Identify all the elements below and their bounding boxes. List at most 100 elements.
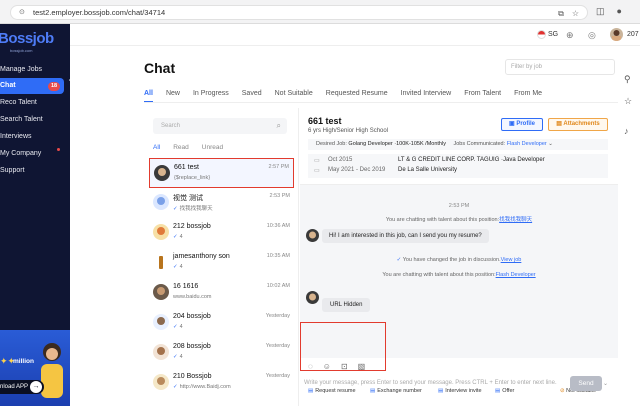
main-content: Chat Filter by job All New In Progress S… xyxy=(70,46,618,406)
bell-icon[interactable]: ♪ xyxy=(624,126,629,136)
chat-bubble-icon[interactable]: ◌ xyxy=(308,362,313,371)
image-icon[interactable]: ▧ xyxy=(358,362,366,371)
subtab-read[interactable]: Read xyxy=(173,144,189,151)
interview-invite-button[interactable]: ▤ Interview invite xyxy=(438,388,482,394)
conversation-time: 10:36 AM xyxy=(266,223,290,229)
subtab-all[interactable]: All xyxy=(153,144,160,151)
read-check-icon: ✓ xyxy=(173,384,178,390)
sidebar-item-interviews[interactable]: Interviews xyxy=(0,129,64,145)
logo-subtitle: bossjob.com xyxy=(10,48,33,53)
filter-by-job-select[interactable]: Filter by job xyxy=(505,59,615,75)
chat-tabs: All New In Progress Saved Not Suitable R… xyxy=(144,88,555,102)
chevron-down-icon[interactable]: ⌄ xyxy=(603,380,608,387)
user-count: 207 xyxy=(627,31,639,38)
position-link[interactable]: Flash Developer xyxy=(496,272,536,278)
conversation-item[interactable]: 视觉 测试 ✓ 找我找我聊天 2:53 PM xyxy=(149,188,294,218)
profile-label: Profile xyxy=(516,121,535,127)
conversation-item[interactable]: jamesanthony son ✓ 4 10:35 AM xyxy=(149,248,294,278)
exchange-number-button[interactable]: ▤ Exchange number xyxy=(370,388,422,394)
sidebar-item-label: Interviews xyxy=(0,133,32,140)
tab-from-me[interactable]: From Me xyxy=(514,88,542,102)
message-bubble: URL Hidden xyxy=(322,298,371,312)
conversation-list: Search ⌕ All Read Unread 661 test {$repl… xyxy=(144,108,299,406)
conversation-name: 视觉 测试 xyxy=(173,195,203,202)
system-message: ✓ You have changed the job in discussion… xyxy=(300,257,618,263)
send-button[interactable]: Send xyxy=(570,376,602,391)
lock-icon: ⊙ xyxy=(19,8,25,16)
address-bar[interactable]: ⊙ test2.employer.bossjob.com/chat/34714 … xyxy=(10,5,588,20)
pin-icon[interactable]: ⚲ xyxy=(624,74,631,85)
conversation-name: 208 bossjob xyxy=(173,343,211,350)
country-selector[interactable]: SG xyxy=(548,31,558,38)
help-icon[interactable]: ◎ xyxy=(588,30,596,41)
conversation-item[interactable]: 210 Bossjob ✓ http://www.Baidj.com Yester… xyxy=(149,368,294,398)
logo: Bossjob xyxy=(0,30,54,47)
sidebar-item-reco-talent[interactable]: Reco Talent xyxy=(0,95,64,111)
tab-all[interactable]: All xyxy=(144,88,153,102)
conversation-item[interactable]: 661 test {$replace_link} 2:57 PM xyxy=(149,158,294,188)
sidebar-item-chat[interactable]: Chat 18 xyxy=(0,78,64,94)
conversation-name: 16 1616 xyxy=(173,283,199,290)
bookmark-star-icon[interactable]: ☆ xyxy=(572,9,579,19)
conversation-time: Yesterday xyxy=(265,313,290,319)
subtab-unread[interactable]: Unread xyxy=(202,144,223,151)
search-input[interactable]: Search ⌕ xyxy=(153,118,287,134)
read-check-icon: ✓ xyxy=(173,324,178,330)
extensions-icon[interactable]: ◫ xyxy=(596,6,605,17)
message-time: 2:53 PM xyxy=(448,203,470,209)
candidate-name: 661 test xyxy=(308,116,342,126)
profile-button[interactable]: ▣ Profile xyxy=(501,118,543,131)
tab-in-progress[interactable]: In Progress xyxy=(193,88,229,102)
conversation-preview: ✓ 4 xyxy=(173,234,183,240)
tab-new[interactable]: New xyxy=(166,88,180,102)
emoji-icon[interactable]: ☺ xyxy=(323,362,331,371)
candidate-meta: 6 yrs High/Senior High School xyxy=(308,128,389,134)
star-icon[interactable]: ☆ xyxy=(624,96,632,107)
preview-text: 4 xyxy=(179,354,183,360)
sidebar-item-manage-jobs[interactable]: Manage Jobs xyxy=(0,62,64,78)
conversation-item[interactable]: 212 bossjob ✓ 4 10:36 AM xyxy=(149,218,294,248)
tab-saved[interactable]: Saved xyxy=(242,88,262,102)
tab-from-talent[interactable]: From Talent xyxy=(464,88,501,102)
position-link[interactable]: 找我找我聊天 xyxy=(499,217,532,223)
conversation-time: Yesterday xyxy=(265,343,290,349)
sidebar-item-label: My Company xyxy=(0,150,42,157)
conversation-name: 210 Bossjob xyxy=(173,373,212,380)
download-app-promo[interactable]: ✦✦ million nload APP → xyxy=(0,330,70,406)
offer-button[interactable]: ▤ Offer xyxy=(495,388,514,394)
translate-icon[interactable]: ⧉ xyxy=(558,9,564,19)
sidebar-item-my-company[interactable]: My Company xyxy=(0,146,64,162)
phone-icon: ▤ xyxy=(370,388,376,394)
attachment-icon[interactable]: ⊡ xyxy=(341,362,348,371)
action-label: Request resume xyxy=(315,388,356,394)
arrow-right-icon: → xyxy=(30,381,42,393)
attachments-button[interactable]: ▤ Attachments xyxy=(548,118,608,131)
candidate-job-info: Desired Job: Golang Developer ·100K-105K… xyxy=(308,139,608,150)
url-text: test2.employer.bossjob.com/chat/34714 xyxy=(33,8,166,17)
conversation-item[interactable]: 16 1616 www.baidu.com 10:02 AM xyxy=(149,278,294,308)
download-app-label: nload APP xyxy=(0,384,29,390)
tab-requested-resume[interactable]: Requested Resume xyxy=(326,88,388,102)
jobs-communicated-label: Jobs Communicated: xyxy=(453,141,506,147)
user-avatar[interactable] xyxy=(610,28,623,41)
unread-badge: 18 xyxy=(48,82,60,91)
experience-date: Oct 2015 xyxy=(328,157,353,163)
conversation-item[interactable]: 204 bossjob ✓ 4 Yesterday xyxy=(149,308,294,338)
request-resume-button[interactable]: ▤ Request resume xyxy=(308,388,356,394)
desired-job-value: Golang Developer ·100K-105K /Monthly xyxy=(348,141,446,147)
language-icon[interactable]: ⊕ xyxy=(566,30,574,41)
document-icon: ▤ xyxy=(308,388,314,394)
sidebar-item-support[interactable]: Support xyxy=(0,163,64,179)
chevron-down-icon[interactable]: ⌄ xyxy=(548,141,553,147)
tab-not-suitable[interactable]: Not Suitable xyxy=(275,88,313,102)
conversation-item[interactable]: 208 bossjob ✓ 4 Yesterday xyxy=(149,338,294,368)
message-input[interactable]: Write your message, press Enter to send … xyxy=(304,380,557,386)
conversation-preview: ✓ 4 xyxy=(173,324,183,330)
action-label: Offer xyxy=(502,388,515,394)
view-job-link[interactable]: View job xyxy=(501,257,522,263)
message-bubble: Hi! I am interested in this job, can I s… xyxy=(322,229,489,243)
profile-icon[interactable]: ● xyxy=(617,6,622,17)
system-message-text: You have changed the job in discussion. xyxy=(402,257,501,263)
sidebar-item-search-talent[interactable]: Search Talent xyxy=(0,112,64,128)
tab-invited-interview[interactable]: Invited Interview xyxy=(401,88,452,102)
